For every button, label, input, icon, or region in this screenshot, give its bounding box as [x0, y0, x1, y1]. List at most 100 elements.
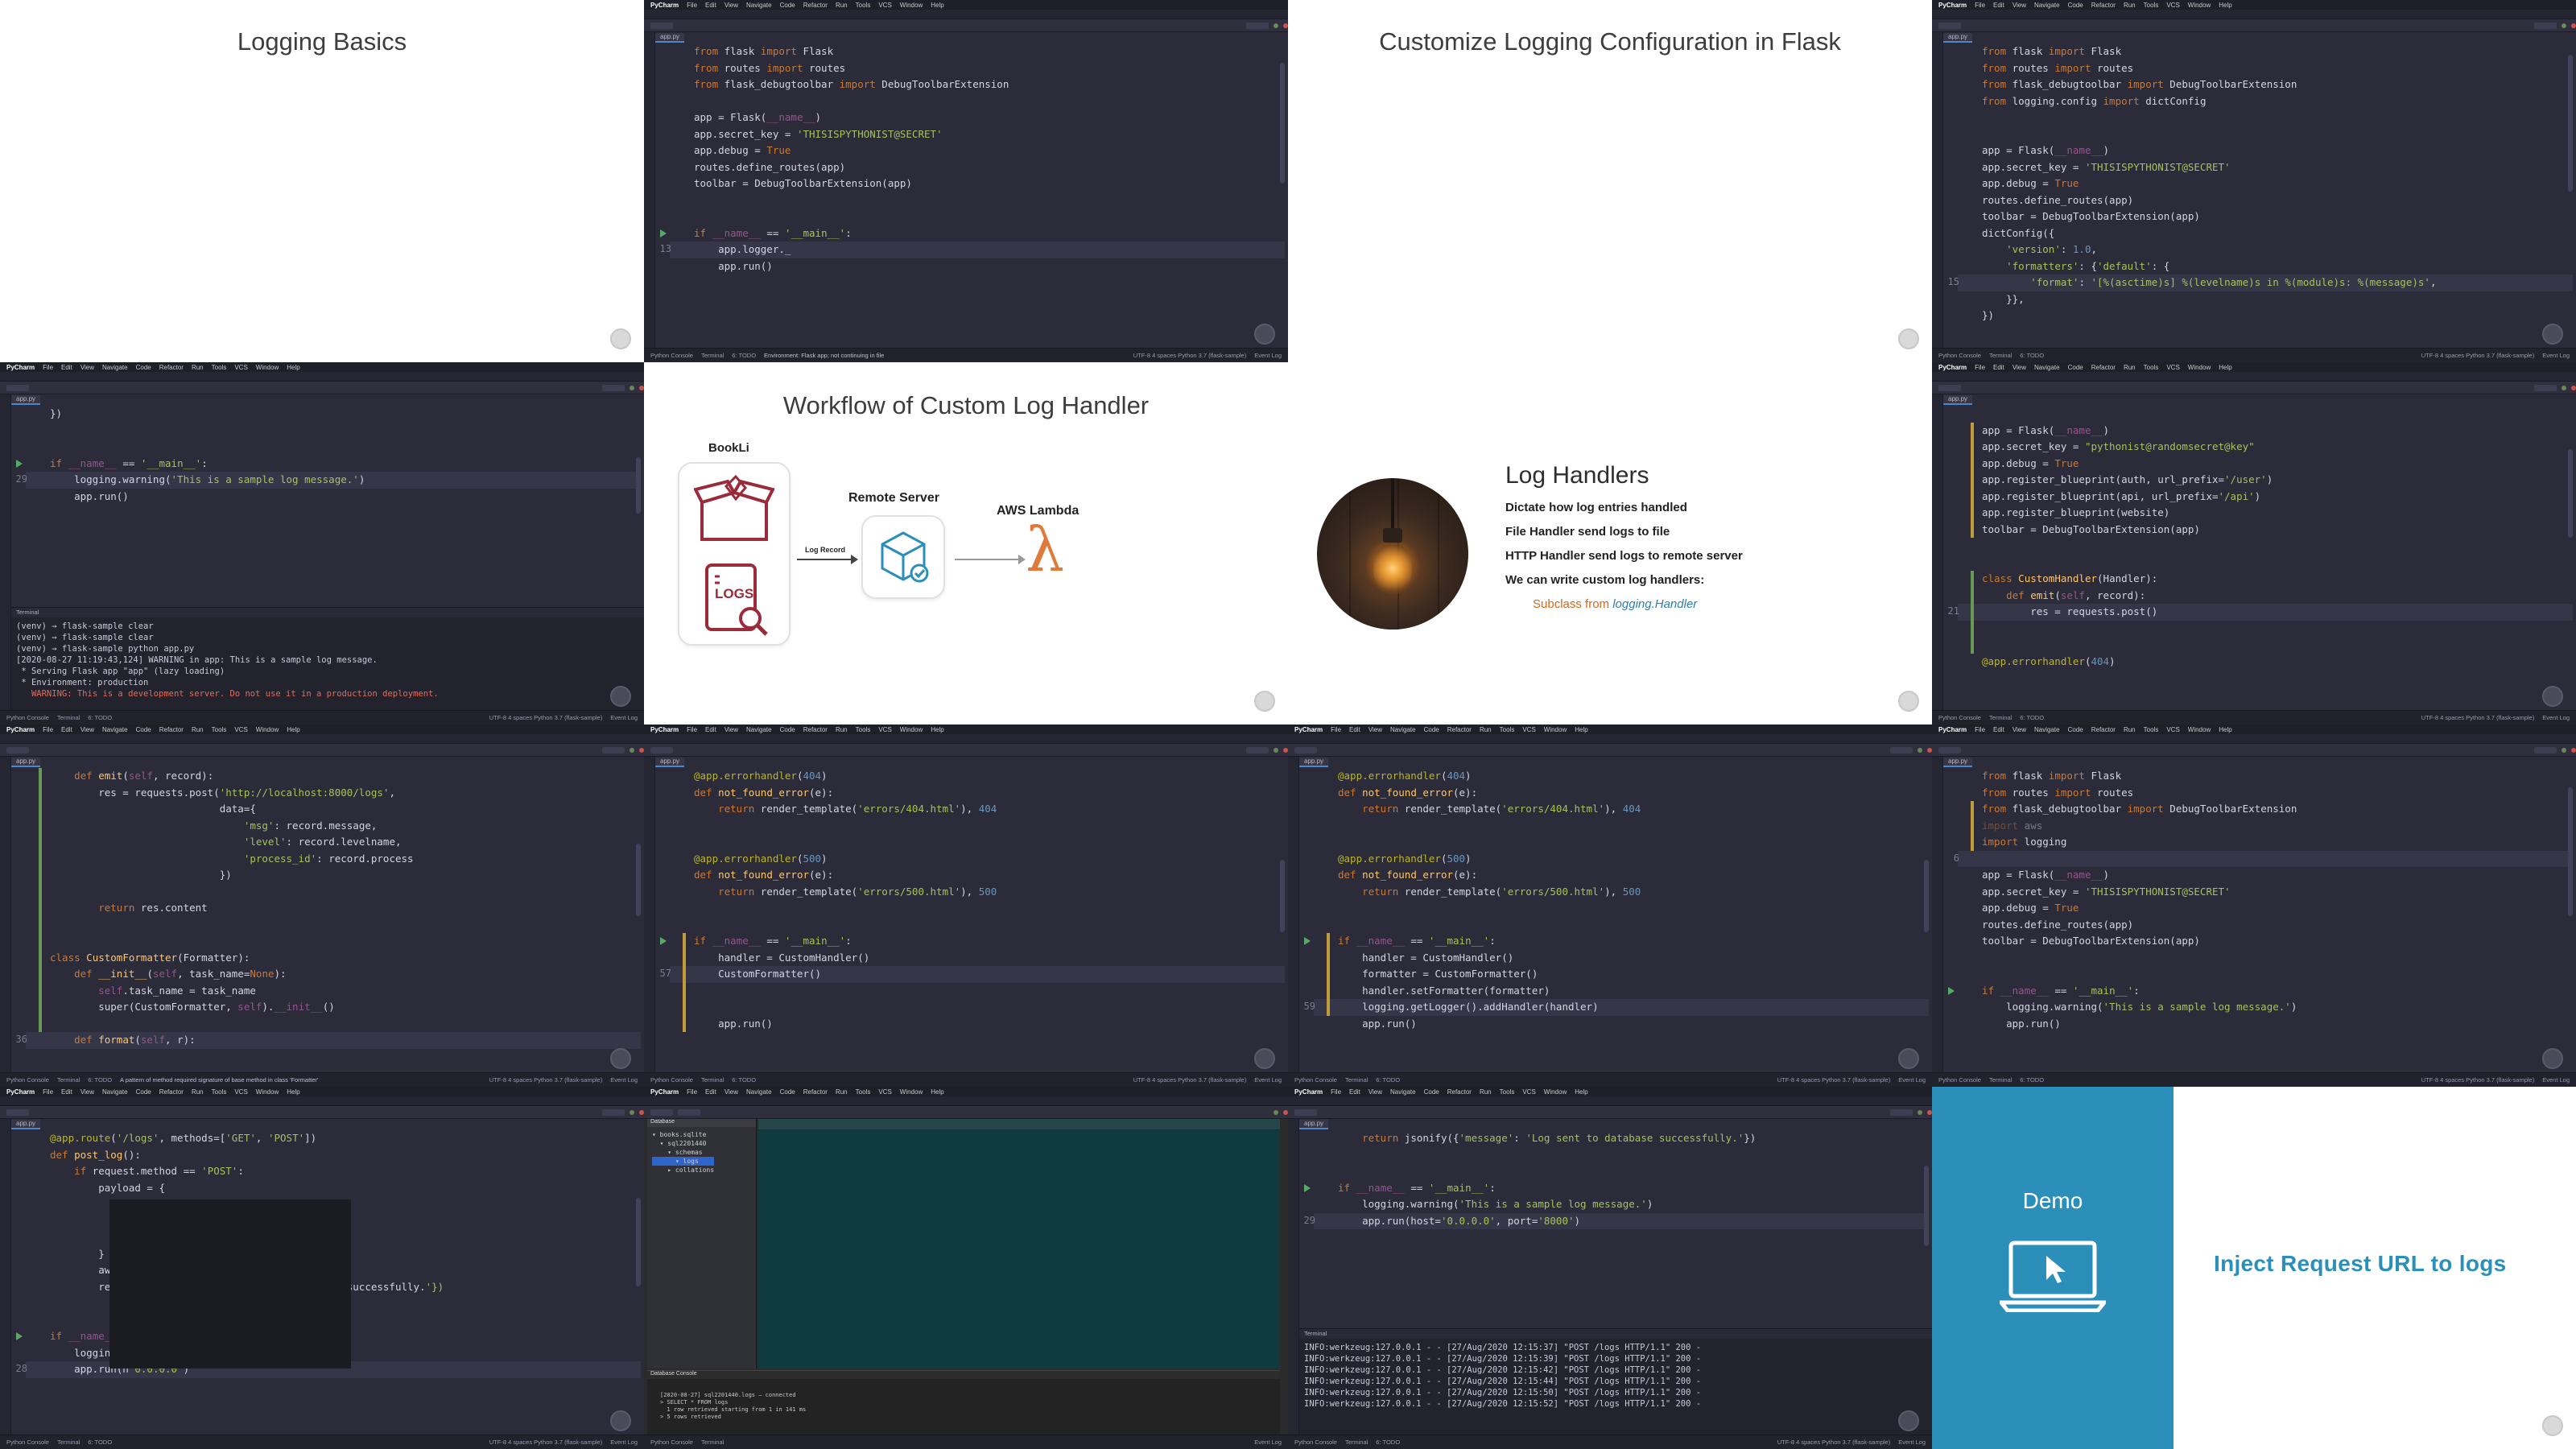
menu-item[interactable]: VCS [2166, 364, 2179, 371]
menu-item[interactable]: View [724, 2, 738, 9]
slide-demo[interactable]: Demo Inject Request URL to logs [1932, 1087, 2576, 1449]
scrollbar-thumb[interactable] [2568, 55, 2573, 192]
menu-item[interactable]: Navigate [1390, 726, 1416, 733]
menu-item[interactable]: File [687, 2, 697, 9]
ide-frame-app-run-host[interactable]: PyCharm File Edit View Navigate Code Refactor R… [1288, 1087, 1932, 1449]
run-configuration-select[interactable] [2534, 746, 2557, 753]
menu-item[interactable]: Edit [705, 1088, 716, 1096]
menu-item[interactable]: Help [2219, 2, 2231, 9]
editor-scrollbar[interactable] [636, 1133, 642, 1430]
menu-item[interactable]: Edit [61, 1088, 72, 1096]
menu-item[interactable]: Edit [61, 726, 72, 733]
run-gutter-icon[interactable] [660, 229, 667, 237]
terminal-pane[interactable]: Terminal (venv) → flask-sample clear (venv… [11, 607, 644, 710]
menu-item[interactable]: Window [2188, 726, 2211, 733]
menu-item[interactable]: Refactor [159, 364, 184, 371]
run-icon[interactable] [1918, 747, 1922, 753]
ide-frame-app-logger[interactable]: PyCharm File Edit View Navigate Code Refactor R… [644, 0, 1288, 362]
status-python-console[interactable]: Python Console [650, 1076, 693, 1084]
menu-item[interactable]: Tools [212, 726, 227, 733]
status-event-log[interactable]: Event Log [610, 1439, 638, 1446]
scrollbar-thumb[interactable] [636, 457, 641, 514]
menu-item[interactable]: Run [2124, 364, 2136, 371]
scrollbar-thumb[interactable] [1280, 860, 1285, 932]
scrollbar-thumb[interactable] [1280, 63, 1285, 184]
menu-item[interactable]: VCS [878, 726, 891, 733]
menu-item[interactable]: Navigate [102, 726, 128, 733]
menu-item[interactable]: Code [136, 364, 151, 371]
slide-workflow-custom-log-handler[interactable]: Workflow of Custom Log Handler BookLi LO… [644, 362, 1288, 724]
menu-item[interactable]: View [80, 364, 94, 371]
menu-item[interactable]: Run [836, 2, 848, 9]
menu-item[interactable]: Code [1424, 1088, 1439, 1096]
run-gutter-icon[interactable] [1304, 1183, 1311, 1192]
run-gutter-icon[interactable] [1304, 937, 1311, 945]
menu-item[interactable]: Edit [1349, 1088, 1360, 1096]
menu-item[interactable]: Refactor [2091, 2, 2116, 9]
status-python-console[interactable]: Python Console [1938, 1076, 1981, 1084]
run-icon[interactable] [1274, 23, 1278, 28]
editor-tab[interactable]: app.py [11, 758, 41, 767]
status-encoding[interactable]: UTF-8 4 spaces Python 3.7 (flask-sample) [489, 1076, 602, 1084]
stop-icon[interactable] [2571, 385, 2576, 390]
terminal-tab[interactable]: Terminal [1299, 1329, 1932, 1339]
menu-item[interactable]: Refactor [1447, 1088, 1472, 1096]
status-event-log[interactable]: Event Log [1254, 1076, 1282, 1084]
menu-item[interactable]: Code [780, 726, 795, 733]
ide-frame-handler-instantiation[interactable]: PyCharm File Edit View Navigate Code Refactor R… [644, 724, 1288, 1087]
menu-item[interactable]: Code [1424, 726, 1439, 733]
database-tree[interactable]: ▾ books.sqlite ▾ sql2201440 ▾ schemas ▾ … [652, 1130, 715, 1174]
status-event-log[interactable]: Event Log [610, 714, 638, 721]
project-selector-button[interactable] [1938, 22, 1961, 29]
menu-item[interactable]: Code [2068, 2, 2083, 9]
run-configuration-select[interactable] [1246, 22, 1269, 29]
project-tool-strip[interactable] [0, 757, 11, 1072]
code-editor[interactable]: from flask import Flask from routes impor… [670, 43, 1285, 275]
status-terminal[interactable]: Terminal [1989, 352, 2012, 359]
toolbar-button[interactable] [650, 1108, 673, 1116]
menu-item[interactable]: Run [1480, 1088, 1492, 1096]
status-python-console[interactable]: Python Console [1294, 1076, 1337, 1084]
tree-node[interactable]: ▸ collations [652, 1166, 714, 1174]
project-tool-strip[interactable] [1288, 1119, 1299, 1435]
project-tool-strip[interactable] [1932, 394, 1943, 710]
menu-item[interactable]: Refactor [803, 1088, 828, 1096]
menu-item[interactable]: Code [2068, 726, 2083, 733]
toolbar-button[interactable] [678, 1108, 700, 1116]
status-python-console[interactable]: Python Console [1294, 1439, 1337, 1446]
editor-tab[interactable]: app.py [1299, 1120, 1329, 1129]
menu-item[interactable]: VCS [234, 364, 247, 371]
status-encoding[interactable]: UTF-8 4 spaces Python 3.7 (flask-sample) [489, 1439, 602, 1446]
status-todo[interactable]: 6: TODO [2020, 1076, 2044, 1084]
project-selector-button[interactable] [650, 22, 673, 29]
run-configuration-select[interactable] [602, 384, 625, 391]
status-todo[interactable]: 6: TODO [88, 1439, 112, 1446]
menu-item[interactable]: Run [2124, 726, 2136, 733]
code-editor[interactable]: return jsonify({'message': 'Log sent to … [1314, 1130, 1929, 1229]
status-python-console[interactable]: Python Console [650, 1439, 693, 1446]
run-configuration-select[interactable] [1890, 1108, 1913, 1116]
ide-frame-database-console[interactable]: PyCharm File Edit View Navigate Code Ref… [644, 1087, 1288, 1449]
status-python-console[interactable]: Python Console [1938, 714, 1981, 721]
menu-item[interactable]: Run [2124, 2, 2136, 9]
editor-scrollbar[interactable] [1280, 47, 1286, 343]
menu-item[interactable]: Run [192, 1088, 204, 1096]
status-todo[interactable]: 6: TODO [2020, 352, 2044, 359]
status-event-log[interactable]: Event Log [610, 1076, 638, 1084]
scrollbar-thumb[interactable] [1924, 1166, 1929, 1246]
menu-item[interactable]: File [687, 726, 697, 733]
project-selector-button[interactable] [1938, 384, 1961, 391]
menu-item[interactable]: VCS [1522, 1088, 1535, 1096]
menu-item[interactable]: File [687, 1088, 697, 1096]
tree-node[interactable]: ▾ books.sqlite [652, 1130, 714, 1139]
menu-item[interactable]: View [2013, 2, 2026, 9]
terminal-pane[interactable]: Terminal INFO:werkzeug:127.0.0.1 - - [27/… [1299, 1328, 1932, 1435]
menu-item[interactable]: Edit [61, 364, 72, 371]
status-event-log[interactable]: Event Log [2542, 352, 2570, 359]
ide-frame-custom-handler[interactable]: PyCharm File Edit View Navigate Code Refactor R… [1932, 362, 2576, 724]
run-icon[interactable] [1274, 1109, 1278, 1115]
editor-scrollbar[interactable] [2568, 409, 2574, 705]
terminal-tab[interactable]: Terminal [11, 608, 644, 617]
menu-item[interactable]: Run [836, 726, 848, 733]
menu-item[interactable]: Tools [212, 364, 227, 371]
